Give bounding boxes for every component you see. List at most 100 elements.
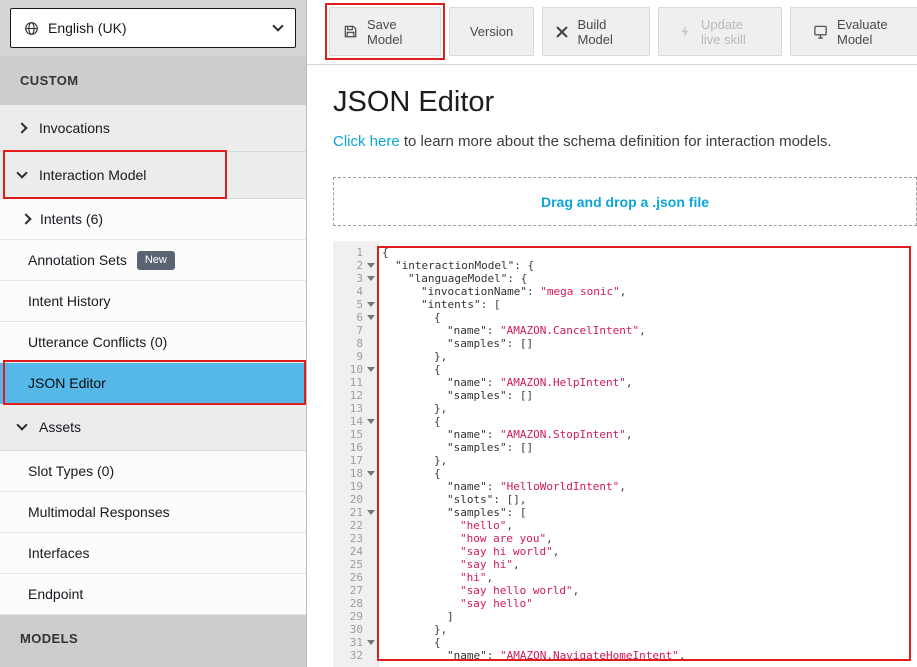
sidebar-nav: CUSTOMInvocationsInteraction ModelIntent…	[0, 56, 306, 667]
code-text: :	[487, 649, 500, 662]
code-text: "name"	[447, 649, 487, 662]
code-line: 2"interactionModel": {	[333, 259, 917, 272]
sidebar-item-utterance-conflicts-0[interactable]: Utterance Conflicts (0)	[0, 322, 306, 363]
sidebar-item-intents-6[interactable]: Intents (6)	[0, 199, 306, 240]
code-line: 20 "slots": [],	[333, 493, 917, 506]
fold-icon[interactable]	[367, 640, 375, 645]
build-model-button[interactable]: Build Model	[542, 7, 650, 56]
code-text: ,	[553, 545, 560, 558]
code-text: "name"	[447, 428, 487, 441]
sidebar-item-json-editor[interactable]: JSON Editor	[0, 363, 306, 404]
code-text: ,	[573, 584, 580, 597]
sidebar-item-label: Multimodal Responses	[28, 504, 170, 520]
sidebar: English (UK) CUSTOMInvocationsInteractio…	[0, 0, 307, 667]
code-line: 18 {	[333, 467, 917, 480]
line-number: 19	[333, 480, 378, 493]
line-number: 12	[333, 389, 378, 402]
fold-icon[interactable]	[367, 263, 375, 268]
code-string: "AMAZON.CancelIntent"	[500, 324, 639, 337]
code-text: {	[434, 311, 441, 324]
fold-icon[interactable]	[367, 367, 375, 372]
code-string: "AMAZON.HelpIntent"	[500, 376, 626, 389]
code-text: "name"	[447, 324, 487, 337]
sidebar-section-models: MODELS	[0, 615, 306, 667]
code-text: {	[434, 363, 441, 376]
code-text: ,	[506, 519, 513, 532]
code-line: 12"samples": []	[333, 389, 917, 402]
sidebar-item-intent-history[interactable]: Intent History	[0, 281, 306, 322]
language-selector[interactable]: English (UK)	[10, 8, 296, 48]
code-line: 22"hello",	[333, 519, 917, 532]
json-code-editor[interactable]: 1{2"interactionModel": {3"languageModel"…	[333, 241, 917, 667]
line-number: 16	[333, 441, 378, 454]
sidebar-item-endpoint[interactable]: Endpoint	[0, 574, 306, 615]
line-number: 28	[333, 597, 378, 610]
sidebar-item-interaction-model[interactable]: Interaction Model	[0, 152, 306, 199]
fold-icon[interactable]	[367, 471, 375, 476]
code-string: "say hello"	[460, 597, 533, 610]
line-number: 21	[333, 506, 378, 519]
sidebar-item-invocations[interactable]: Invocations	[0, 105, 306, 152]
button-label: Version	[470, 24, 513, 39]
json-dropzone[interactable]: Drag and drop a .json file	[333, 177, 917, 226]
code-line: 29]	[333, 610, 917, 623]
fold-icon[interactable]	[367, 510, 375, 515]
line-number: 2	[333, 259, 378, 272]
evaluate-model-button[interactable]: Evaluate Model	[790, 7, 917, 56]
fold-icon[interactable]	[367, 302, 375, 307]
sidebar-item-label: Invocations	[39, 120, 110, 136]
code-line: 24"say hi world",	[333, 545, 917, 558]
line-number: 15	[333, 428, 378, 441]
line-number: 6	[333, 311, 378, 324]
code-string: "hello"	[460, 519, 506, 532]
update-live-skill-button[interactable]: Update live skill	[658, 7, 782, 56]
fold-icon[interactable]	[367, 419, 375, 424]
code-text: ,	[626, 376, 633, 389]
code-string: "AMAZON.NavigateHomeIntent"	[500, 649, 679, 662]
code-text: : [],	[493, 493, 526, 506]
button-label: Update live skill	[701, 17, 761, 47]
code-line: 11"name": "AMAZON.HelpIntent",	[333, 376, 917, 389]
fold-icon[interactable]	[367, 315, 375, 320]
sidebar-item-slot-types-0[interactable]: Slot Types (0)	[0, 451, 306, 492]
content-area: JSON Editor Click here to learn more abo…	[307, 65, 917, 667]
code-text: : [	[481, 298, 501, 311]
sidebar-item-label: Utterance Conflicts (0)	[28, 334, 167, 350]
code-text: },	[434, 350, 447, 363]
version-button[interactable]: Version	[449, 7, 534, 56]
subtitle-text: to learn more about the schema definitio…	[400, 133, 832, 150]
toolbar: Save Model Version Build Model Update live …	[307, 0, 917, 65]
sidebar-item-label: Intent History	[28, 293, 110, 309]
sidebar-item-interfaces[interactable]: Interfaces	[0, 533, 306, 574]
code-text: "slots"	[447, 493, 493, 506]
line-number: 20	[333, 493, 378, 506]
sidebar-item-multimodal-responses[interactable]: Multimodal Responses	[0, 492, 306, 533]
code-text: : []	[507, 441, 534, 454]
code-text: : [	[507, 506, 527, 519]
code-text: },	[434, 454, 447, 467]
sidebar-item-assets[interactable]: Assets	[0, 404, 306, 451]
save-model-button[interactable]: Save Model	[329, 7, 441, 56]
code-line: 26"hi",	[333, 571, 917, 584]
code-text: {	[434, 467, 441, 480]
globe-icon	[24, 21, 39, 36]
code-string: "hi"	[460, 571, 487, 584]
line-number: 29	[333, 610, 378, 623]
sidebar-item-label: Interfaces	[28, 545, 89, 561]
chevron-right-icon	[16, 122, 27, 133]
fold-icon[interactable]	[367, 276, 375, 281]
code-line: 19"name": "HelloWorldIntent",	[333, 480, 917, 493]
sidebar-item-annotation-sets[interactable]: Annotation SetsNew	[0, 240, 306, 281]
line-number: 3	[333, 272, 378, 285]
code-text: },	[434, 623, 447, 636]
sidebar-item-label: Interaction Model	[39, 167, 146, 183]
line-number: 18	[333, 467, 378, 480]
code-line: 32"name": "AMAZON.NavigateHomeIntent",	[333, 649, 917, 662]
line-number: 27	[333, 584, 378, 597]
learn-more-link[interactable]: Click here	[333, 133, 400, 150]
code-text: "interactionModel"	[395, 259, 514, 272]
code-line: 10{	[333, 363, 917, 376]
code-line: 21"samples": [	[333, 506, 917, 519]
code-line: 15"name": "AMAZON.StopIntent",	[333, 428, 917, 441]
code-string: "AMAZON.StopIntent"	[500, 428, 626, 441]
